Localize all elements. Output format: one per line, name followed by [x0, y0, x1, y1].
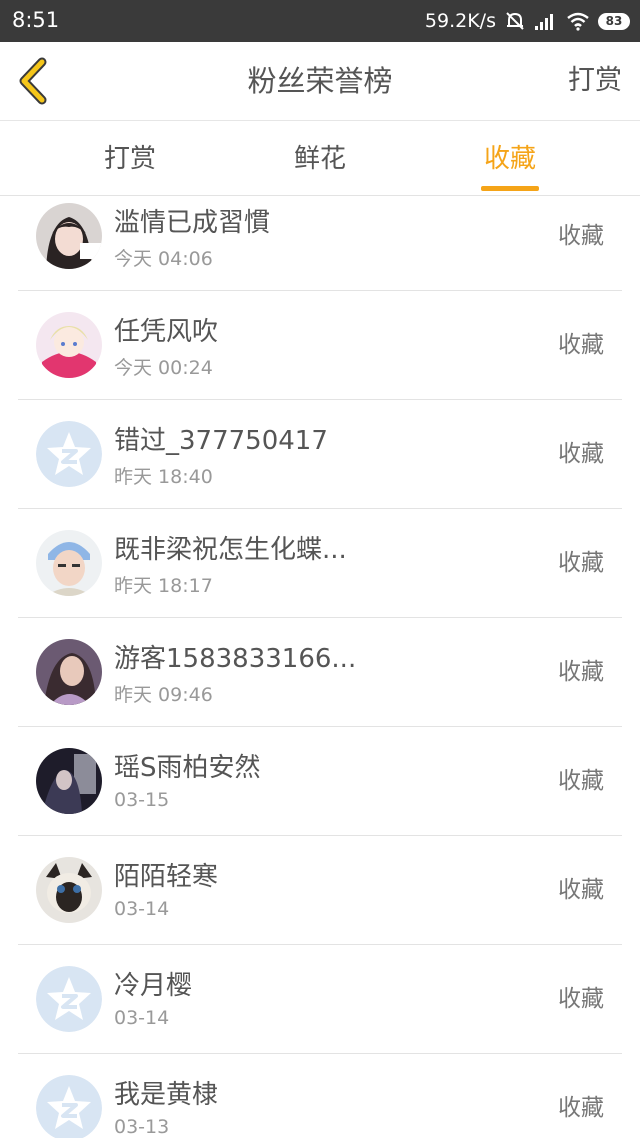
action-label: 收藏 [558, 550, 604, 576]
user-name: 既非梁祝怎生化蝶... [114, 535, 347, 565]
user-name: 任凭风吹 [114, 317, 219, 347]
user-name: 冷月樱 [114, 971, 193, 1001]
action-label: 收藏 [558, 659, 604, 685]
tab-label: 鲜花 [293, 144, 346, 174]
tab-favorites[interactable]: 收藏 [445, 121, 575, 195]
user-name: 瑶S雨柏安然 [114, 753, 261, 783]
user-name: 游客1583833166... [114, 644, 357, 674]
action-label: 收藏 [558, 877, 604, 903]
list-item[interactable]: 任凭风吹 今天 00:24 收藏 [18, 291, 622, 400]
status-icons: 59.2K/s 83 [425, 6, 630, 36]
avatar [36, 1075, 102, 1138]
list-item[interactable]: 瑶S雨柏安然 03-15 收藏 [18, 727, 622, 836]
active-tab-indicator [481, 186, 539, 191]
timestamp: 03-15 [114, 789, 170, 811]
list-item[interactable]: 滥情已成習慣 今天 04:06 收藏 [18, 196, 622, 291]
page-title: 粉丝荣誉榜 [247, 64, 393, 98]
list-item[interactable]: 游客1583833166... 昨天 09:46 收藏 [18, 618, 622, 727]
mute-bell-icon [506, 12, 524, 30]
timestamp: 今天 04:06 [114, 248, 213, 270]
user-name: 我是黄棣 [114, 1080, 219, 1110]
default-avatar-icon [36, 966, 102, 1032]
action-label: 收藏 [558, 768, 604, 794]
avatar [36, 312, 102, 378]
timestamp: 03-14 [114, 1007, 170, 1029]
tab-reward[interactable]: 打赏 [65, 121, 195, 195]
chevron-left-icon [19, 57, 47, 105]
tab-bar: 打赏 鲜花 收藏 [0, 121, 640, 196]
avatar [36, 639, 102, 705]
tab-flowers[interactable]: 鲜花 [255, 121, 385, 195]
timestamp: 03-13 [114, 1116, 170, 1138]
app-header: 粉丝荣誉榜 打赏 [0, 42, 640, 121]
avatar [36, 421, 102, 487]
default-avatar-icon [36, 421, 102, 487]
tab-label: 收藏 [483, 144, 536, 174]
user-name: 错过_377750417 [114, 426, 328, 456]
tab-label: 打赏 [103, 144, 156, 174]
action-label: 收藏 [558, 986, 604, 1012]
wifi-icon [567, 12, 589, 31]
list-item[interactable]: 冷月樱 03-14 收藏 [18, 945, 622, 1054]
avatar [36, 203, 102, 269]
avatar [36, 857, 102, 923]
avatar [36, 748, 102, 814]
status-bar: 8:51 59.2K/s 83 [0, 0, 640, 42]
action-label: 收藏 [558, 223, 604, 249]
list-item[interactable]: 既非梁祝怎生化蝶... 昨天 18:17 收藏 [18, 509, 622, 618]
list-item[interactable]: 我是黄棣 03-13 收藏 [18, 1054, 622, 1138]
default-avatar-icon [36, 1075, 102, 1138]
back-button[interactable] [14, 56, 54, 106]
action-label: 收藏 [558, 332, 604, 358]
network-speed: 59.2K/s [424, 10, 496, 32]
battery-level: 83 [605, 14, 623, 28]
timestamp: 今天 00:24 [114, 357, 213, 379]
reward-button[interactable]: 打赏 [568, 42, 622, 120]
status-time: 8:51 [12, 8, 60, 32]
fan-list: 滥情已成習慣 今天 04:06 收藏 任凭风吹 今天 00:24 收藏 错过_3… [18, 196, 622, 1138]
list-item[interactable]: 陌陌轻寒 03-14 收藏 [18, 836, 622, 945]
action-label: 收藏 [558, 441, 604, 467]
timestamp: 昨天 09:46 [114, 684, 213, 706]
avatar [36, 966, 102, 1032]
user-name: 滥情已成習慣 [114, 208, 271, 238]
list-item[interactable]: 错过_377750417 昨天 18:40 收藏 [18, 400, 622, 509]
timestamp: 昨天 18:40 [114, 466, 213, 488]
user-name: 陌陌轻寒 [114, 862, 219, 892]
timestamp: 昨天 18:17 [114, 575, 213, 597]
signal-icon [535, 14, 553, 30]
battery-icon: 83 [598, 12, 630, 30]
timestamp: 03-14 [114, 898, 170, 920]
action-label: 收藏 [558, 1095, 604, 1121]
avatar [36, 530, 102, 596]
